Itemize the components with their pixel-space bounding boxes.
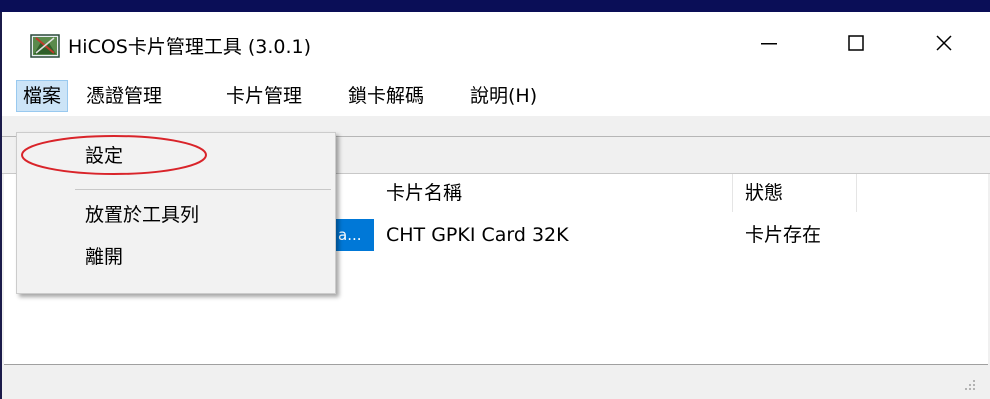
menu-item-exit[interactable]: 離開 (85, 241, 123, 273)
menu-help[interactable]: 說明(H) (464, 81, 543, 111)
menu-item-settings[interactable]: 設定 (85, 140, 123, 172)
minimize-icon (761, 43, 777, 45)
maximize-button[interactable] (824, 12, 888, 74)
file-menu-dropdown: 設定 放置於工具列 離開 (16, 132, 336, 294)
menu-unlock-card[interactable]: 鎖卡解碼 (342, 81, 430, 111)
maximize-icon (848, 35, 864, 51)
reader-cell-selected[interactable]: a... (334, 219, 374, 251)
app-window: HiCOS卡片管理工具 (3.0.1) 檔案 憑證管理 卡片管理 鎖卡解碼 說明… (0, 12, 990, 399)
menu-bar: 檔案 憑證管理 卡片管理 鎖卡解碼 說明(H) (2, 74, 990, 116)
column-divider[interactable] (856, 174, 857, 212)
close-button[interactable] (912, 12, 976, 74)
hicos-app-icon (30, 34, 60, 58)
column-header-card-name[interactable]: 卡片名稱 (374, 174, 734, 212)
status-cell[interactable]: 卡片存在 (733, 219, 857, 251)
resize-grip-icon[interactable] (964, 379, 976, 391)
menu-item-pin-to-toolbar[interactable]: 放置於工具列 (85, 199, 199, 231)
menu-certificate-management[interactable]: 憑證管理 (80, 81, 168, 111)
status-bar (4, 365, 988, 399)
menu-file[interactable]: 檔案 (16, 80, 69, 112)
close-icon (936, 35, 952, 51)
title-bar[interactable]: HiCOS卡片管理工具 (3.0.1) (2, 12, 990, 74)
menu-separator (75, 189, 331, 190)
column-header-status[interactable]: 狀態 (733, 174, 857, 212)
window-title: HiCOS卡片管理工具 (3.0.1) (68, 36, 312, 58)
desktop-top-edge (0, 0, 990, 12)
card-name-cell[interactable]: CHT GPKI Card 32K (374, 219, 732, 251)
minimize-button[interactable] (737, 12, 801, 74)
menu-card-management[interactable]: 卡片管理 (220, 81, 308, 111)
